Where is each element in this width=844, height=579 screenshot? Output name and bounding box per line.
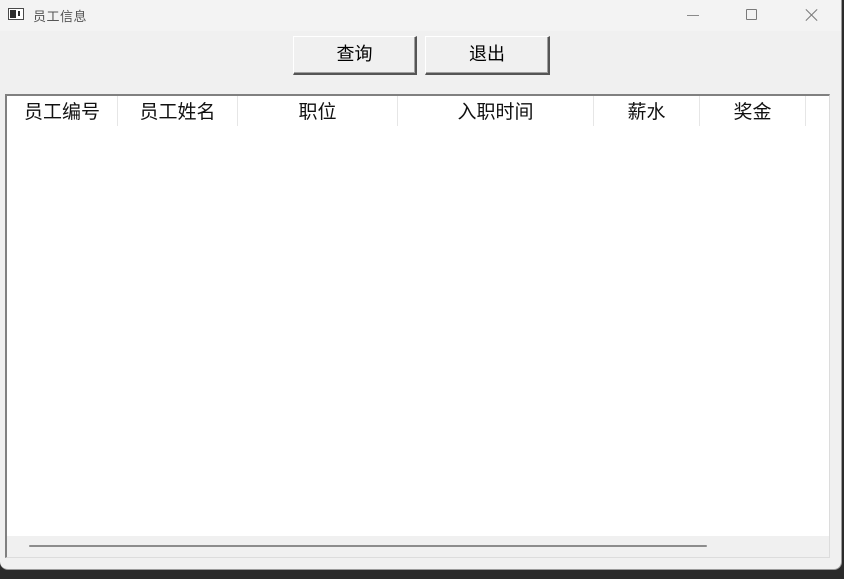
window-title: 员工信息 (33, 10, 88, 25)
column-header-salary[interactable]: 薪水 (594, 96, 700, 126)
minimize-button[interactable] (670, 0, 716, 31)
column-header-employee-name[interactable]: 员工姓名 (118, 96, 238, 126)
maximize-icon (746, 9, 757, 20)
minimize-icon (687, 15, 699, 16)
employee-info-window: 员工信息 查询 退出 员工编号 员工姓名 职位 入职时间 薪水 奖金 (0, 0, 842, 570)
query-button[interactable]: 查询 (293, 36, 417, 75)
horizontal-scrollbar-thumb[interactable] (29, 545, 707, 547)
exit-button[interactable]: 退出 (425, 36, 550, 75)
column-header-position[interactable]: 职位 (238, 96, 398, 126)
column-header-employee-id[interactable]: 员工编号 (7, 96, 118, 126)
title-bar[interactable]: 员工信息 (0, 0, 841, 31)
column-header-bonus[interactable]: 奖金 (700, 96, 806, 126)
window-app-icon (8, 8, 24, 20)
close-icon (805, 8, 818, 21)
employee-table[interactable]: 员工编号 员工姓名 职位 入职时间 薪水 奖金 (5, 94, 830, 558)
close-button[interactable] (788, 0, 834, 31)
maximize-button[interactable] (728, 0, 774, 31)
table-header-row: 员工编号 员工姓名 职位 入职时间 薪水 奖金 (7, 96, 829, 126)
horizontal-scrollbar[interactable] (7, 536, 829, 557)
column-header-hire-date[interactable]: 入职时间 (398, 96, 594, 126)
